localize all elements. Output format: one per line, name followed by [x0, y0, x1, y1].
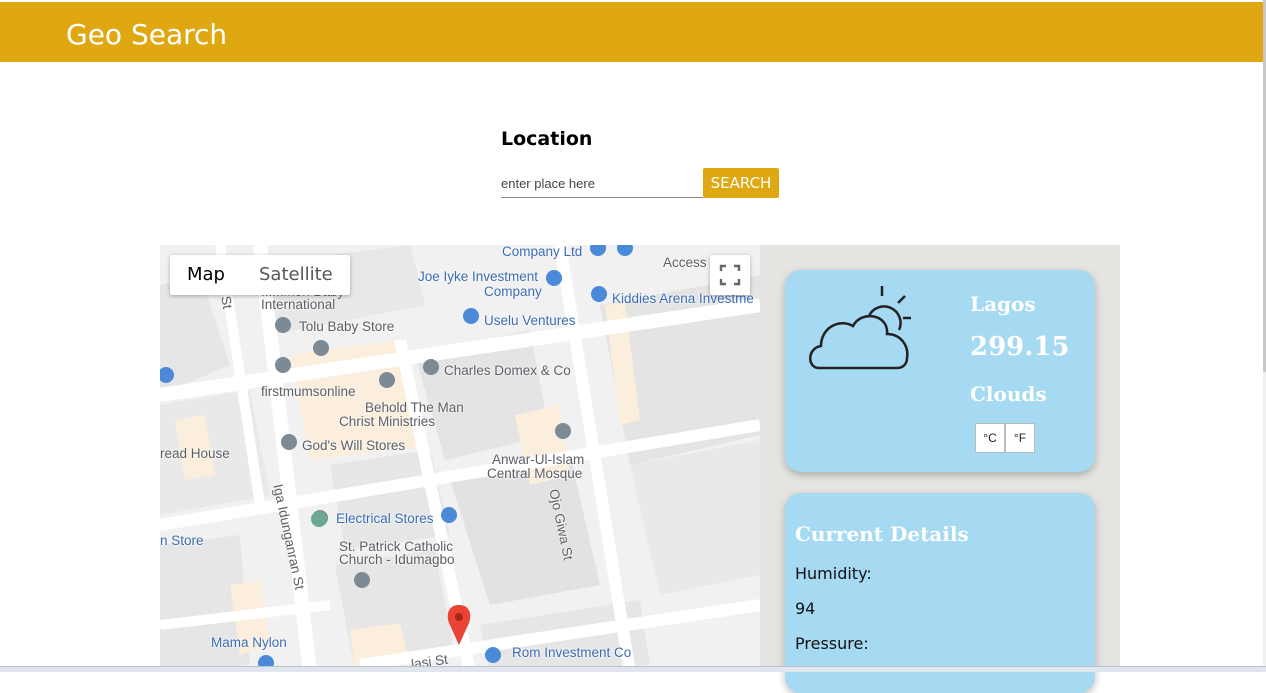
map-label: Anwar-Ul-Islam [492, 452, 585, 467]
map-type-satellite-button[interactable]: Satellite [242, 255, 350, 295]
fullscreen-button[interactable] [710, 255, 750, 295]
header-bar: Geo Search [0, 2, 1263, 62]
map-label: Access [663, 255, 707, 270]
pressure-label: Pressure: [795, 634, 869, 653]
map-label: n Store [160, 533, 204, 548]
map-type-map-button[interactable]: Map [170, 255, 242, 295]
map-label: Church - Idumagbo [339, 552, 455, 567]
map-label: Central Mosque [487, 466, 583, 481]
app-title: Geo Search [66, 18, 228, 51]
partly-cloudy-icon [809, 286, 911, 370]
details-card: Current Details Humidity: 94 Pressure: [785, 493, 1095, 693]
map-label: Tolu Baby Store [299, 319, 395, 334]
city-name: Lagos [970, 292, 1036, 316]
fahrenheit-button[interactable]: °F [1005, 423, 1035, 453]
map-label: Behold The Man [365, 400, 464, 415]
map-label: International [261, 297, 336, 312]
map-label: Company [484, 284, 542, 299]
location-title: Location [501, 128, 593, 150]
map-label: God's Will Stores [302, 438, 406, 453]
map-label: Christ Ministries [339, 414, 436, 429]
unit-toggle: °C °F [975, 423, 1035, 453]
weather-condition: Clouds [970, 382, 1047, 406]
map-type-control: Map Satellite [170, 255, 350, 295]
map-view[interactable]: Company Ltd Access Joe Iyke Investment C… [160, 245, 760, 672]
details-title: Current Details [795, 522, 969, 546]
location-search-input[interactable] [501, 170, 703, 198]
celsius-button[interactable]: °C [975, 423, 1005, 453]
map-label: Uselu Ventures [484, 313, 576, 328]
map-label: Electrical Stores [336, 511, 434, 526]
map-label: St [218, 294, 236, 311]
weather-card: Lagos 299.15 Clouds °C °F [785, 270, 1095, 472]
humidity-label: Humidity: [795, 564, 872, 583]
fullscreen-icon [719, 264, 741, 286]
map-label: firstmumsonline [261, 384, 356, 399]
search-button[interactable]: SEARCH [703, 168, 779, 198]
weather-panel: Lagos 299.15 Clouds °C °F Current Detail… [760, 245, 1120, 693]
map-canvas[interactable] [160, 245, 760, 672]
map-label: read House [160, 446, 230, 461]
map-label: Company Ltd [502, 245, 583, 259]
map-label: Charles Domex & Co [444, 363, 571, 378]
humidity-value: 94 [795, 599, 816, 618]
map-label: Joe Iyke Investment [418, 269, 539, 284]
taskbar [0, 666, 1266, 672]
temperature-value: 299.15 [970, 332, 1070, 362]
map-label: Rom Investment Co [512, 645, 632, 660]
map-label: Mama Nylon [211, 635, 287, 650]
